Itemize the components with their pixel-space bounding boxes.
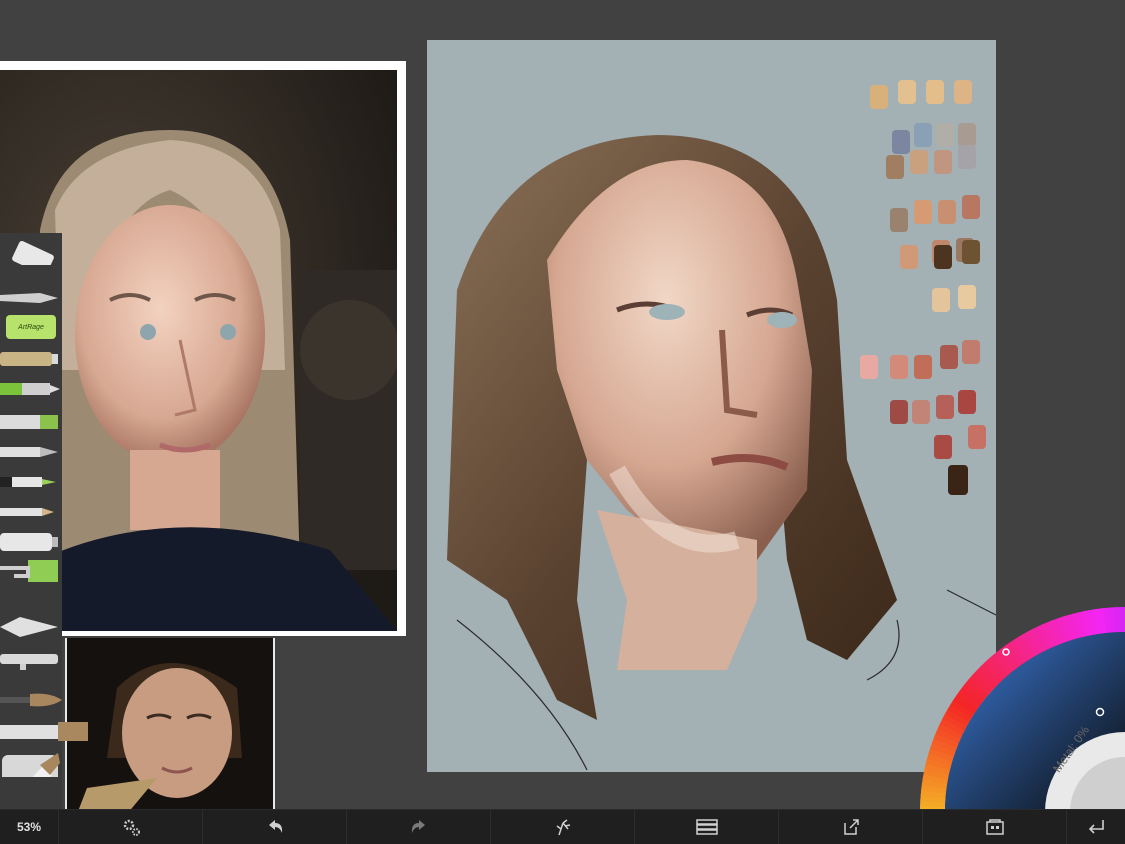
palette-swatch[interactable] (914, 200, 932, 224)
palette-swatch[interactable] (926, 80, 944, 104)
share-button[interactable] (779, 810, 923, 844)
redo-button[interactable] (347, 810, 491, 844)
palette-swatch[interactable] (900, 245, 918, 269)
pencil-tool-icon[interactable] (0, 501, 62, 525)
palette-swatch[interactable] (934, 245, 952, 269)
gears-icon (123, 819, 140, 836)
redo-icon (411, 820, 425, 833)
layers-icon (695, 819, 718, 835)
palette-swatch[interactable] (954, 80, 972, 104)
gallery-button[interactable] (923, 810, 1067, 844)
color-picker[interactable]: Metal: 0% (915, 602, 1125, 812)
felt-pen-tool-icon[interactable] (0, 471, 62, 495)
palette-swatch[interactable] (948, 465, 968, 495)
palette-swatch[interactable] (958, 123, 976, 147)
marker-tool-icon[interactable] (0, 378, 62, 402)
eraser-tool-icon[interactable] (0, 615, 62, 639)
palette-knife-tool-icon[interactable] (0, 288, 62, 312)
palette-swatch[interactable] (938, 200, 956, 224)
palette-swatch[interactable] (890, 400, 908, 424)
share-icon (843, 819, 859, 835)
palette-swatch[interactable] (934, 150, 952, 174)
palette-swatch[interactable] (890, 355, 908, 379)
palette-swatch[interactable] (936, 395, 954, 419)
undo-button[interactable] (203, 810, 347, 844)
palette-swatch[interactable] (890, 208, 908, 232)
collapse-toolbar-button[interactable] (1067, 810, 1125, 844)
palette-swatch[interactable] (958, 390, 976, 414)
paint-roller-tool-icon[interactable] (0, 558, 62, 582)
tracing-button[interactable] (491, 810, 635, 844)
crayon-tool-icon[interactable] (0, 411, 62, 435)
undo-icon (268, 820, 282, 833)
watercolor-brush-tool-icon[interactable] (0, 688, 62, 712)
tracing-figure-icon (556, 819, 570, 836)
palette-swatch[interactable] (914, 123, 932, 147)
palette-swatch[interactable] (912, 400, 930, 424)
oil-brush-tool-icon[interactable] (0, 717, 90, 741)
ink-pen-tool-icon[interactable] (0, 441, 62, 465)
logo-badge: ArtRage (6, 315, 56, 339)
zoom-button[interactable]: 53% (0, 810, 59, 844)
painting-canvas[interactable] (427, 40, 996, 772)
settings-button[interactable] (59, 810, 203, 844)
selected-tool-brush-icon[interactable] (0, 753, 62, 777)
palette-swatch[interactable] (958, 285, 976, 309)
zoom-level-label: 53% (16, 820, 42, 834)
palette-swatch[interactable] (892, 130, 910, 154)
gallery-icon (985, 819, 1004, 835)
palette-swatch[interactable] (936, 123, 954, 147)
palette-swatch[interactable] (914, 355, 932, 379)
palette-swatch[interactable] (940, 345, 958, 369)
palette-swatch[interactable] (870, 85, 888, 109)
return-arrow-icon (1088, 820, 1104, 834)
chalk-tool-icon[interactable] (0, 528, 62, 552)
palette-swatch[interactable] (860, 355, 878, 379)
tool-rack: ArtRage (0, 233, 88, 815)
bottom-toolbar: 53% (0, 809, 1125, 844)
palette-swatch[interactable] (898, 80, 916, 104)
airbrush-tool-icon[interactable] (0, 646, 62, 670)
glitter-tube-tool-icon[interactable] (0, 348, 62, 372)
palette-swatch[interactable] (932, 288, 950, 312)
secondary-reference-image[interactable] (65, 638, 275, 816)
palette-swatch[interactable] (968, 425, 986, 449)
palette-swatch[interactable] (886, 155, 904, 179)
palette-swatch[interactable] (934, 435, 952, 459)
palette-swatch[interactable] (958, 145, 976, 169)
layers-button[interactable] (635, 810, 779, 844)
palette-swatch[interactable] (962, 195, 980, 219)
palette-swatch[interactable] (962, 240, 980, 264)
palette-swatch[interactable] (910, 150, 928, 174)
paint-tube-tool-icon[interactable] (0, 241, 62, 265)
palette-swatch[interactable] (962, 340, 980, 364)
logo-text: ArtRage (18, 323, 44, 331)
